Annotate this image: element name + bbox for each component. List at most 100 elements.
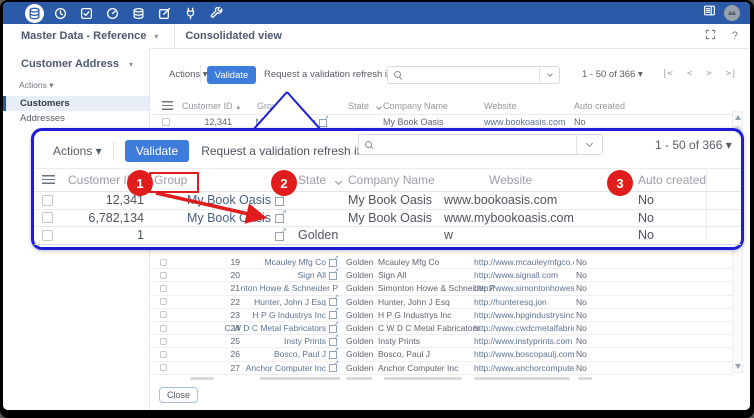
external-link-icon[interactable] bbox=[319, 118, 328, 127]
cell-group-link[interactable]: Insty Prints bbox=[240, 336, 338, 346]
cell-group-link[interactable]: My Book Oasis bbox=[144, 211, 286, 225]
scroll-down-icon[interactable] bbox=[735, 364, 741, 369]
close-button[interactable]: Close bbox=[159, 387, 198, 403]
external-link-icon[interactable] bbox=[275, 212, 286, 223]
cell-website[interactable]: http://www.simontonhowesch bbox=[474, 283, 574, 293]
external-link-icon[interactable] bbox=[329, 324, 338, 333]
external-link-icon[interactable] bbox=[329, 337, 338, 346]
column-customer-id[interactable]: Customer ID▴ bbox=[182, 101, 232, 111]
external-link-icon[interactable] bbox=[329, 310, 338, 319]
search-input[interactable] bbox=[406, 67, 539, 83]
cell-group-link[interactable]: Mcauley Mfg Co bbox=[240, 257, 338, 267]
external-link-icon[interactable] bbox=[329, 258, 338, 267]
row-checkbox[interactable] bbox=[42, 212, 53, 223]
table-row[interactable]: 1 Golden w No bbox=[34, 227, 741, 245]
gauge-icon[interactable] bbox=[99, 2, 125, 24]
prev-page-button[interactable]: < bbox=[687, 69, 692, 79]
scroll-up-icon[interactable] bbox=[735, 115, 741, 120]
cell-website[interactable]: http://www.mcauleymfgco.com bbox=[474, 257, 574, 267]
check-square-icon[interactable] bbox=[73, 2, 99, 24]
edit-square-icon[interactable] bbox=[151, 2, 177, 24]
expand-icon[interactable] bbox=[705, 27, 716, 45]
table-row[interactable]: 26 Bosco, Paul J Golden Bosco, Paul J ht… bbox=[150, 348, 732, 361]
cell-website[interactable]: http://www.instyprints.com bbox=[474, 336, 574, 346]
column-website[interactable]: Website bbox=[474, 101, 574, 111]
cell-group-link[interactable]: Hunter, John J Esq bbox=[240, 297, 338, 307]
external-link-icon[interactable] bbox=[275, 230, 286, 241]
row-checkbox[interactable] bbox=[42, 230, 53, 241]
panel-icon[interactable] bbox=[703, 4, 716, 22]
row-checkbox[interactable] bbox=[160, 259, 167, 266]
pagination-range[interactable]: 1 - 50 of 366 ▾ bbox=[582, 69, 643, 80]
row-checkbox[interactable] bbox=[160, 272, 167, 279]
cell-website[interactable]: http://www.boscopaulj.com bbox=[474, 349, 574, 359]
row-checkbox[interactable] bbox=[160, 325, 167, 332]
layers-icon[interactable] bbox=[125, 2, 151, 24]
cell-group-link[interactable]: Bosco, Paul J bbox=[240, 349, 338, 359]
cell-website[interactable]: www.mybookoasis.com bbox=[444, 211, 638, 225]
external-link-icon[interactable] bbox=[329, 297, 338, 306]
actions-menu[interactable]: Actions ▾ bbox=[169, 69, 208, 80]
cell-website[interactable]: http://hunteresq.jon bbox=[474, 297, 574, 307]
cell-group-link[interactable]: Anchor Computer Inc bbox=[240, 363, 338, 373]
row-checkbox[interactable] bbox=[160, 298, 167, 305]
column-group[interactable]: Group bbox=[232, 101, 328, 111]
table-row[interactable]: 21 Simonton Howe & Schneider P Golden Si… bbox=[150, 282, 732, 295]
search-collapse-button[interactable] bbox=[576, 135, 602, 154]
table-row[interactable]: 19 Mcauley Mfg Co Golden Mcauley Mfg Co … bbox=[150, 256, 732, 269]
column-auto-created[interactable]: Auto created bbox=[574, 101, 732, 111]
cell-website[interactable]: http://www.signall.com bbox=[474, 270, 574, 280]
external-link-icon[interactable] bbox=[329, 271, 338, 280]
next-page-button[interactable]: > bbox=[706, 69, 711, 79]
cell-group-link[interactable]: Sign All bbox=[240, 270, 338, 280]
search-input[interactable] bbox=[377, 135, 576, 154]
row-checkbox[interactable] bbox=[160, 364, 167, 371]
validate-button[interactable]: Validate bbox=[207, 66, 256, 84]
last-page-button[interactable]: >| bbox=[726, 69, 737, 79]
external-link-icon[interactable] bbox=[329, 363, 338, 372]
wrench-icon[interactable] bbox=[203, 2, 229, 24]
cell-website[interactable]: www.bookoasis.com bbox=[444, 193, 638, 207]
row-checkbox[interactable] bbox=[160, 285, 167, 292]
external-link-icon[interactable] bbox=[275, 195, 286, 206]
cell-group-link[interactable]: My Book Oasis bbox=[144, 193, 286, 207]
table-row[interactable]: 22 Hunter, John J Esq Golden Hunter, Joh… bbox=[150, 296, 732, 309]
search-collapse-button[interactable] bbox=[539, 67, 559, 83]
table-row[interactable]: 23 H P G Industrys Inc Golden H P G Indu… bbox=[150, 309, 732, 322]
table-row[interactable]: 25 Insty Prints Golden Insty Prints http… bbox=[150, 335, 732, 348]
cell-website[interactable]: www.bookoasis.com bbox=[474, 117, 574, 127]
table-menu-icon[interactable] bbox=[162, 101, 173, 110]
actions-menu[interactable]: Actions ▾ bbox=[53, 144, 102, 158]
pagination-range[interactable]: 1 - 50 of 366 ▾ bbox=[655, 138, 732, 152]
help-icon[interactable]: ? bbox=[732, 30, 738, 42]
row-checkbox[interactable] bbox=[160, 311, 167, 318]
column-auto-created[interactable]: Auto created bbox=[638, 173, 741, 187]
cell-website[interactable]: http://www.anchorcomputerin bbox=[474, 363, 574, 373]
cell-group-link[interactable]: C W D C Metal Fabricators bbox=[240, 323, 338, 333]
first-page-button[interactable]: |< bbox=[662, 69, 673, 79]
sidebar-actions-menu[interactable]: Actions ▾ bbox=[19, 80, 54, 91]
external-link-icon[interactable] bbox=[329, 350, 338, 359]
cell-group-link[interactable]: My Book Oasis bbox=[232, 117, 328, 127]
plug-icon[interactable] bbox=[177, 2, 203, 24]
cell-group-link[interactable] bbox=[144, 230, 286, 241]
sidebar-dataset-selector[interactable]: Customer Address▾ bbox=[21, 58, 133, 70]
column-company[interactable]: Company Name bbox=[348, 173, 444, 187]
database-icon[interactable] bbox=[21, 2, 47, 24]
column-state[interactable]: State bbox=[328, 101, 378, 111]
row-checkbox[interactable] bbox=[160, 338, 167, 345]
cell-website[interactable]: http://www.cwdcmetalfabricat bbox=[474, 323, 574, 333]
row-checkbox[interactable] bbox=[162, 118, 170, 126]
validate-button[interactable]: Validate bbox=[125, 140, 189, 162]
column-company[interactable]: Company Name bbox=[378, 101, 474, 111]
cell-group-link[interactable]: H P G Industrys Inc bbox=[240, 310, 338, 320]
cell-website[interactable]: w bbox=[444, 228, 638, 242]
table-menu-icon[interactable] bbox=[42, 175, 55, 186]
row-checkbox[interactable] bbox=[42, 195, 53, 206]
table-row[interactable]: 20 Sign All Golden Sign All http://www.s… bbox=[150, 269, 732, 282]
clock-icon[interactable] bbox=[47, 2, 73, 24]
sidebar-item-customers[interactable]: Customers bbox=[3, 96, 149, 111]
table-row[interactable]: 27 Anchor Computer Inc Golden Anchor Com… bbox=[150, 362, 732, 375]
cell-group-link[interactable]: Simonton Howe & Schneider P bbox=[240, 283, 338, 293]
cell-website[interactable]: http://www.hpgindustrysinc.co bbox=[474, 310, 574, 320]
